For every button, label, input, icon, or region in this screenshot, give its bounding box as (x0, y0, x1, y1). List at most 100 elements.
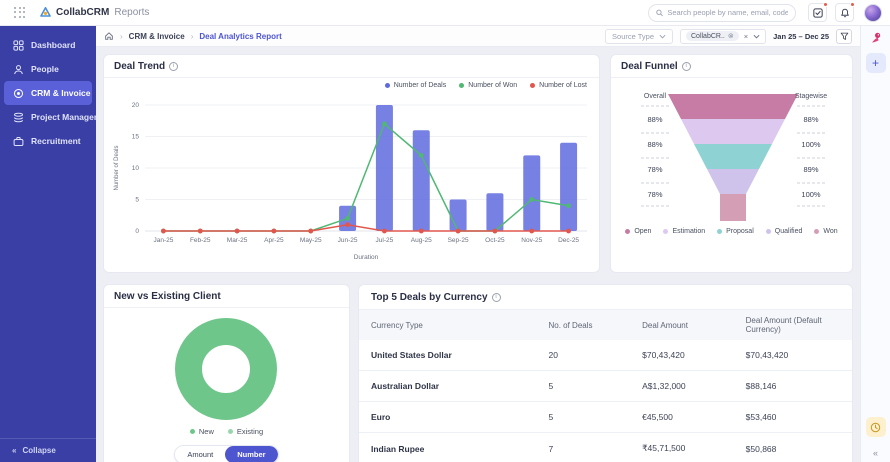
source-type-placeholder: Source Type (612, 31, 654, 41)
date-range-picker[interactable]: Jan 25 – Dec 25 (773, 32, 829, 41)
table-header-row: Currency Type No. of Deals Deal Amount Deal… (359, 310, 852, 340)
table-cell: 7 (536, 432, 631, 462)
client-legend: New Existing (189, 427, 263, 436)
table-cell: Indian Rupee (359, 432, 537, 462)
notification-dot (823, 2, 828, 7)
legend-item[interactable]: Qualified (765, 228, 802, 235)
sidebar-item-recruitment[interactable]: Recruitment (4, 129, 92, 153)
people-icon (14, 64, 23, 74)
svg-text:Aug-25: Aug-25 (411, 237, 432, 244)
table-column-header: Currency Type (359, 310, 537, 340)
legend-dot-icon (384, 83, 390, 88)
svg-text:Overall: Overall (644, 93, 667, 100)
deal-trend-title: Deal Trend (114, 61, 166, 72)
sidebar-item-people[interactable]: People (4, 57, 92, 81)
table-cell: 20 (536, 340, 631, 371)
deal-trend-card: Deal Trend i Number of Deals Number of Wo… (103, 54, 600, 273)
trend-legend: Number of Deals Number of Won Number of Lo… (384, 82, 587, 89)
svg-text:78%: 78% (647, 165, 662, 174)
source-type-select[interactable]: Source Type (605, 28, 673, 44)
rail-collapse-icon[interactable]: « (873, 444, 878, 458)
clock-icon (870, 422, 881, 432)
filter-button[interactable] (836, 28, 852, 44)
company-filter-select[interactable]: CollabCR.. ⊗ × (680, 28, 767, 44)
tasks-button[interactable] (808, 2, 828, 22)
search-input[interactable] (667, 8, 788, 17)
trend-point (492, 228, 498, 234)
sidebar-item-crm-invoice[interactable]: CRM & Invoice (4, 81, 92, 105)
svg-text:0: 0 (135, 228, 139, 235)
info-icon[interactable]: i (681, 62, 691, 71)
trend-bar (412, 130, 430, 231)
breadcrumb-section[interactable]: CRM & Invoice (129, 32, 185, 41)
info-icon[interactable]: i (491, 293, 501, 302)
sidebar-item-dashboard[interactable]: Dashboard (4, 33, 92, 57)
trend-point (529, 197, 535, 202)
legend-dot-icon (765, 229, 771, 234)
svg-text:Jul-25: Jul-25 (376, 237, 394, 244)
table-cell: $70,43,420 (733, 340, 852, 371)
legend-item[interactable]: Number of Deals (384, 82, 446, 89)
chevron-down-icon (659, 34, 666, 38)
table-column-header: Deal Amount (630, 310, 734, 340)
legend-item[interactable]: Estimation (663, 228, 705, 235)
svg-text:89%: 89% (803, 165, 818, 174)
svg-text:Jan-25: Jan-25 (153, 237, 173, 244)
app-launcher-icon[interactable] (14, 6, 26, 19)
currency-table-card: Top 5 Deals by Currency i Currency Type N… (358, 284, 853, 462)
deal-funnel-title: Deal Funnel (621, 61, 678, 72)
badge-icon (13, 88, 24, 98)
clear-filter-icon[interactable]: × (744, 32, 748, 41)
sidebar-collapse-button[interactable]: « Collapse (0, 438, 96, 462)
trend-point (566, 203, 571, 209)
layers-icon (13, 112, 24, 122)
sidebar-item-project-management[interactable]: Project Management (4, 105, 114, 129)
legend-item[interactable]: New (189, 427, 214, 436)
svg-text:Dec-25: Dec-25 (558, 237, 579, 244)
table-cell: 5 (536, 370, 631, 402)
chip-remove-icon[interactable]: ⊗ (728, 32, 734, 40)
svg-text:Stagewise: Stagewise (795, 93, 827, 100)
client-donut-chart (175, 318, 277, 420)
brand-logo[interactable]: CollabCRM Reports (40, 7, 149, 18)
dashboard-icon (13, 39, 24, 51)
svg-text:5: 5 (135, 197, 139, 204)
svg-text:Oct-25: Oct-25 (485, 237, 505, 244)
trend-bar (523, 155, 541, 231)
trend-bar (449, 199, 467, 231)
history-button[interactable] (865, 417, 886, 437)
legend-item[interactable]: Proposal (717, 228, 754, 235)
notifications-button[interactable] (835, 2, 855, 22)
legend-item[interactable]: Number of Lost (530, 82, 587, 89)
toggle-amount[interactable]: Amount (175, 446, 226, 462)
client-split-card: New vs Existing Client New Existing Amoun… (103, 284, 350, 462)
breadcrumb-page: Deal Analytics Report (199, 31, 282, 41)
announcement-icon[interactable] (869, 31, 883, 45)
add-widget-button[interactable]: + (865, 53, 886, 73)
table-cell: $53,460 (733, 401, 852, 433)
legend-item[interactable]: Number of Won (459, 82, 517, 89)
svg-text:100%: 100% (801, 190, 821, 199)
table-column-header: Deal Amount (Default Currency) (733, 310, 852, 340)
info-icon[interactable]: i (169, 62, 179, 71)
svg-text:88%: 88% (647, 140, 662, 149)
table-row: Australian Dollar 5 A$1,32,000 $88,146 (359, 370, 852, 402)
legend-item[interactable]: Existing (227, 427, 263, 436)
svg-text:20: 20 (132, 102, 140, 109)
briefcase-icon (13, 136, 24, 146)
table-cell: A$1,32,000 (630, 370, 734, 402)
check-square-icon (812, 7, 823, 18)
table-cell: United States Dollar (359, 340, 537, 371)
svg-text:10: 10 (132, 165, 140, 172)
toggle-number[interactable]: Number (225, 446, 278, 462)
legend-item[interactable]: Won (814, 228, 838, 235)
legend-item[interactable]: Open (625, 228, 651, 235)
table-cell: $70,43,420 (630, 340, 734, 371)
legend-dot-icon (189, 429, 195, 434)
table-cell: $50,868 (733, 432, 852, 462)
company-chip[interactable]: CollabCR.. ⊗ (686, 31, 739, 41)
user-avatar[interactable] (864, 3, 882, 22)
collabcrm-logo-icon (40, 7, 51, 17)
home-icon[interactable] (104, 31, 114, 41)
legend-dot-icon (625, 229, 631, 234)
